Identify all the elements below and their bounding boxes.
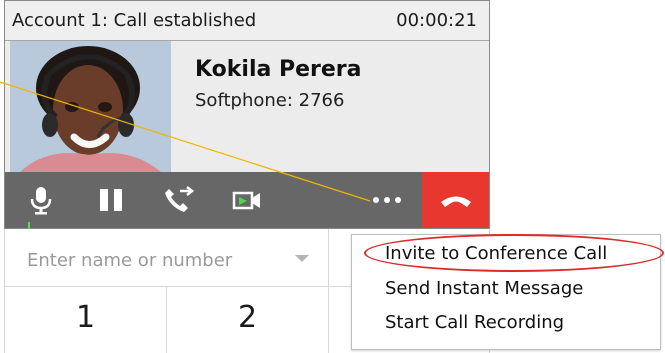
transfer-call-icon xyxy=(165,186,195,212)
video-call-icon xyxy=(232,191,260,210)
person-headset-photo xyxy=(10,41,171,172)
call-timer: 00:00:21 xyxy=(396,10,477,31)
video-button[interactable] xyxy=(218,172,276,228)
hold-button[interactable] xyxy=(87,172,135,228)
menu-item-invite-conference[interactable]: Invite to Conference Call xyxy=(352,240,660,272)
menu-item-label: Send Instant Message xyxy=(385,278,584,299)
dial-key-label: 1 xyxy=(75,300,96,335)
call-controls-toolbar xyxy=(5,172,489,228)
transfer-button[interactable] xyxy=(150,172,208,228)
hang-up-button[interactable] xyxy=(422,172,489,228)
softphone-stage: Account 1: Call established 00:00:21 Kok… xyxy=(0,0,665,353)
microphone-icon xyxy=(30,187,52,215)
contact-avatar xyxy=(10,41,171,172)
dial-key-2[interactable]: 2 xyxy=(167,287,329,353)
dial-key-1[interactable]: 1 xyxy=(5,287,167,353)
hang-up-icon xyxy=(440,196,471,207)
chevron-down-icon[interactable] xyxy=(295,255,309,262)
menu-item-start-call-recording[interactable]: Start Call Recording xyxy=(352,309,660,341)
contact-info-area: Kokila Perera Softphone: 2766 xyxy=(5,41,489,172)
pause-icon xyxy=(100,189,122,211)
call-title-bar: Account 1: Call established 00:00:21 xyxy=(5,1,489,41)
more-options-menu: Invite to Conference Call Send Instant M… xyxy=(351,234,661,350)
more-options-button[interactable] xyxy=(359,172,415,228)
status-indicator xyxy=(28,222,30,229)
name-or-number-input[interactable] xyxy=(25,247,299,273)
dial-key-label: 2 xyxy=(237,300,258,335)
menu-item-send-instant-message[interactable]: Send Instant Message xyxy=(352,275,660,307)
contact-name: Kokila Perera xyxy=(195,57,362,82)
more-options-icon xyxy=(373,197,401,203)
menu-item-label: Invite to Conference Call xyxy=(385,243,608,264)
contact-search-box xyxy=(5,229,329,287)
mute-button[interactable] xyxy=(17,172,65,228)
call-status-title: Account 1: Call established xyxy=(12,10,257,31)
call-window: Account 1: Call established 00:00:21 Kok… xyxy=(4,0,490,229)
menu-item-label: Start Call Recording xyxy=(385,312,565,333)
contact-extension: Softphone: 2766 xyxy=(195,90,345,111)
